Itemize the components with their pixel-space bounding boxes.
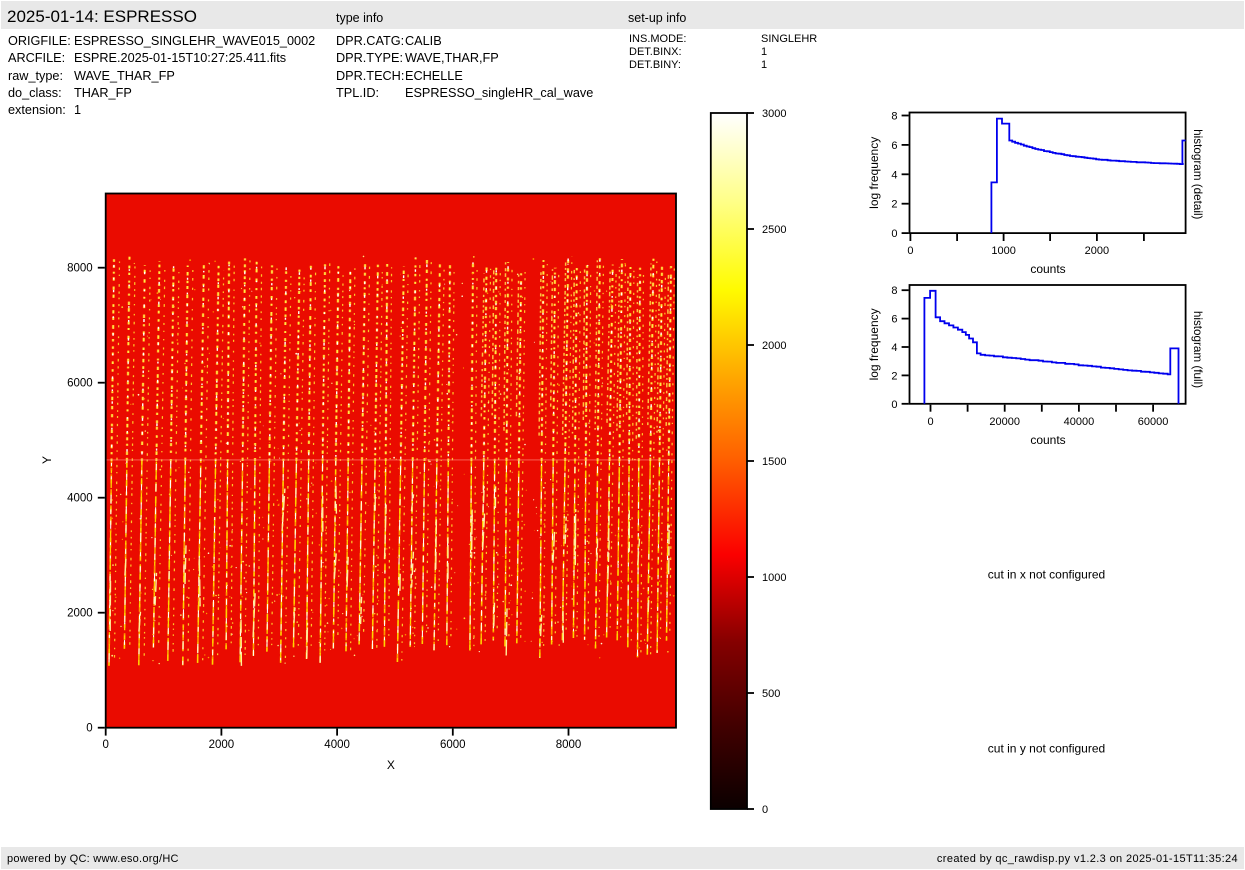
svg-text:8000: 8000 (556, 739, 582, 751)
svg-text:log frequency: log frequency (867, 137, 881, 209)
svg-text:cut in x not configured: cut in x not configured (988, 568, 1105, 582)
svg-text:2: 2 (891, 370, 897, 382)
svg-text:0: 0 (762, 804, 768, 816)
svg-text:4: 4 (891, 169, 897, 181)
svg-text:1000: 1000 (991, 245, 1015, 257)
svg-text:8: 8 (891, 111, 897, 123)
svg-text:4: 4 (891, 342, 897, 354)
svg-text:0: 0 (907, 245, 913, 257)
svg-text:0: 0 (891, 228, 897, 240)
svg-text:counts: counts (1030, 262, 1065, 276)
svg-text:2: 2 (891, 199, 897, 211)
svg-text:8000: 8000 (67, 263, 93, 275)
svg-text:40000: 40000 (1064, 416, 1095, 428)
svg-text:1000: 1000 (762, 572, 786, 584)
svg-text:cut in y not configured: cut in y not configured (988, 742, 1105, 756)
svg-text:4000: 4000 (324, 739, 350, 751)
svg-text:log frequency: log frequency (867, 308, 881, 380)
svg-text:60000: 60000 (1138, 416, 1169, 428)
svg-text:0: 0 (891, 399, 897, 411)
svg-text:6000: 6000 (67, 378, 93, 390)
svg-text:histogram (full): histogram (full) (1191, 311, 1204, 388)
svg-text:counts: counts (1030, 433, 1065, 447)
svg-text:X: X (387, 758, 395, 772)
svg-text:8: 8 (891, 285, 897, 297)
svg-text:2000: 2000 (209, 739, 235, 751)
svg-text:0: 0 (927, 416, 933, 428)
svg-text:0: 0 (86, 723, 92, 735)
svg-text:6000: 6000 (440, 739, 466, 751)
svg-text:6: 6 (891, 314, 897, 326)
svg-text:3000: 3000 (762, 108, 786, 120)
svg-text:2000: 2000 (67, 608, 93, 620)
svg-text:20000: 20000 (989, 416, 1020, 428)
svg-text:500: 500 (762, 688, 780, 700)
svg-text:Y: Y (40, 456, 54, 464)
svg-text:0: 0 (102, 739, 108, 751)
svg-text:2000: 2000 (1085, 245, 1109, 257)
svg-text:4000: 4000 (67, 493, 93, 505)
svg-text:1500: 1500 (762, 456, 786, 468)
svg-text:2000: 2000 (762, 340, 786, 352)
svg-text:histogram (detail): histogram (detail) (1191, 129, 1204, 219)
svg-text:6: 6 (891, 140, 897, 152)
svg-text:2500: 2500 (762, 224, 786, 236)
